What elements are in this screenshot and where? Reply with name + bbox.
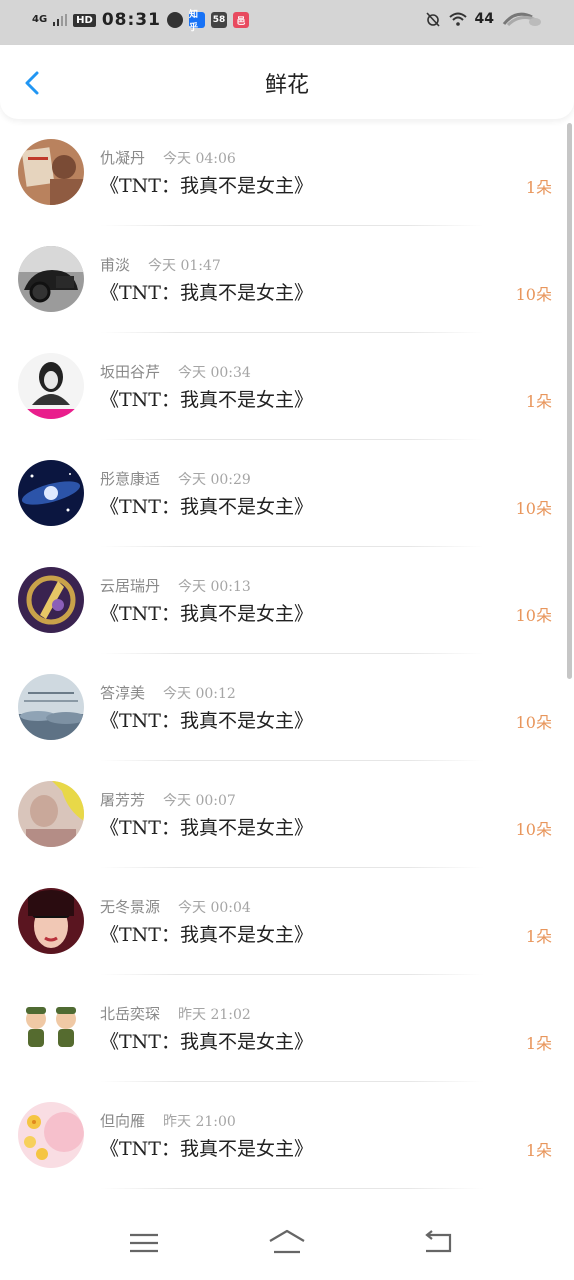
flower-list[interactable]: 仇凝丹 今天 04:06 《TNT：我真不是女主》 1朵 甫淡 今天 01:47 《… <box>0 119 574 1204</box>
list-item[interactable]: 彤意康适 今天 00:29 《TNT：我真不是女主》 10朵 <box>0 440 574 547</box>
avatar[interactable] <box>18 567 84 633</box>
system-nav-bar <box>0 1204 574 1280</box>
list-item[interactable]: 坂田谷芹 今天 00:34 《TNT：我真不是女主》 1朵 <box>0 333 574 440</box>
gift-time: 今天 00:04 <box>178 900 251 916</box>
flower-count: 1朵 <box>525 1141 552 1160</box>
gift-time: 今天 00:07 <box>163 793 236 809</box>
back-icon[interactable] <box>418 1226 458 1260</box>
gift-time: 昨天 21:02 <box>178 1007 251 1023</box>
book-title: 《TNT：我真不是女主》 <box>100 175 313 197</box>
menu-icon[interactable] <box>124 1226 164 1260</box>
flower-count: 10朵 <box>515 713 552 732</box>
book-title: 《TNT：我真不是女主》 <box>100 282 313 304</box>
user-name: 坂田谷芹 <box>100 363 161 381</box>
list-item[interactable]: 甫淡 今天 01:47 《TNT：我真不是女主》 10朵 <box>0 226 574 333</box>
wifi-icon <box>448 12 467 26</box>
signal-icon <box>53 14 68 26</box>
avatar[interactable] <box>18 781 84 847</box>
app-icon: 邑 <box>232 12 249 28</box>
list-item-partial[interactable] <box>0 1189 574 1204</box>
avatar[interactable] <box>18 674 84 740</box>
battery-level: 44 <box>474 11 494 27</box>
status-bar: 4G HD 08:31 知乎 58 邑 44 <box>0 0 574 45</box>
gift-time: 今天 00:13 <box>178 579 251 595</box>
avatar[interactable] <box>18 995 84 1061</box>
gift-time: 昨天 21:00 <box>163 1114 236 1130</box>
user-name: 北岳奕琛 <box>100 1005 161 1023</box>
avatar[interactable] <box>18 353 84 419</box>
user-name: 但向雁 <box>100 1112 146 1130</box>
avatar[interactable] <box>18 1102 84 1168</box>
navigation-icon <box>166 12 183 28</box>
user-name: 仇凝丹 <box>100 149 146 167</box>
status-left: 4G HD 08:31 知乎 58 邑 <box>32 10 249 33</box>
flower-count: 1朵 <box>525 1034 552 1053</box>
battery-icon <box>502 12 541 27</box>
book-title: 《TNT：我真不是女主》 <box>100 817 313 839</box>
alarm-off-icon <box>425 12 440 27</box>
book-title: 《TNT：我真不是女主》 <box>100 1138 313 1160</box>
user-name: 屠芳芳 <box>100 791 146 809</box>
avatar[interactable] <box>18 460 84 526</box>
user-name: 甫淡 <box>100 256 131 274</box>
gift-time: 今天 00:12 <box>163 686 236 702</box>
book-title: 《TNT：我真不是女主》 <box>100 603 313 625</box>
book-title: 《TNT：我真不是女主》 <box>100 496 313 518</box>
book-title: 《TNT：我真不是女主》 <box>100 389 313 411</box>
zhihu-icon: 知乎 <box>188 10 205 33</box>
flower-count: 1朵 <box>525 178 552 197</box>
flower-count: 10朵 <box>515 499 552 518</box>
user-name: 答淳美 <box>100 684 146 702</box>
scrollbar[interactable] <box>567 123 572 679</box>
book-title: 《TNT：我真不是女主》 <box>100 710 313 732</box>
list-item[interactable]: 云居瑞丹 今天 00:13 《TNT：我真不是女主》 10朵 <box>0 547 574 654</box>
flower-count: 10朵 <box>515 606 552 625</box>
list-item[interactable]: 屠芳芳 今天 00:07 《TNT：我真不是女主》 10朵 <box>0 761 574 868</box>
flower-count: 10朵 <box>515 285 552 304</box>
avatar[interactable] <box>18 246 84 312</box>
book-title: 《TNT：我真不是女主》 <box>100 924 313 946</box>
user-name: 云居瑞丹 <box>100 577 161 595</box>
flower-count: 1朵 <box>525 927 552 946</box>
avatar[interactable] <box>18 888 84 954</box>
list-item[interactable]: 无冬景源 今天 00:04 《TNT：我真不是女主》 1朵 <box>0 868 574 975</box>
list-item[interactable]: 北岳奕琛 昨天 21:02 《TNT：我真不是女主》 1朵 <box>0 975 574 1082</box>
user-name: 彤意康适 <box>100 470 161 488</box>
home-icon[interactable] <box>266 1226 308 1260</box>
gift-time: 今天 01:47 <box>148 258 221 274</box>
status-right: 44 <box>425 11 542 27</box>
flower-count: 10朵 <box>515 820 552 839</box>
list-item[interactable]: 答淳美 今天 00:12 《TNT：我真不是女主》 10朵 <box>0 654 574 761</box>
list-item[interactable]: 仇凝丹 今天 04:06 《TNT：我真不是女主》 1朵 <box>0 119 574 226</box>
avatar[interactable] <box>18 139 84 205</box>
app-header: 鲜花 <box>0 45 574 119</box>
page-title: 鲜花 <box>264 73 309 98</box>
user-name: 无冬景源 <box>100 898 161 916</box>
clock: 08:31 <box>101 10 161 30</box>
hd-badge: HD <box>73 13 96 27</box>
book-title: 《TNT：我真不是女主》 <box>100 1031 313 1053</box>
gift-time: 今天 00:34 <box>178 365 251 381</box>
list-item[interactable]: 但向雁 昨天 21:00 《TNT：我真不是女主》 1朵 <box>0 1082 574 1189</box>
gift-time: 今天 04:06 <box>163 151 236 167</box>
gift-time: 今天 00:29 <box>178 472 251 488</box>
flower-count: 1朵 <box>525 392 552 411</box>
network-type: 4G <box>32 14 48 25</box>
58-icon: 58 <box>210 12 227 28</box>
